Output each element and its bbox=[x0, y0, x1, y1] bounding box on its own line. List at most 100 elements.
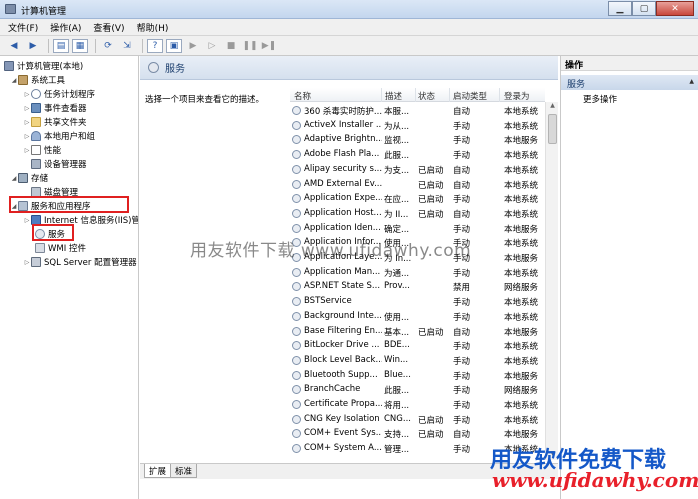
service-description-cell: 为从... bbox=[384, 121, 410, 132]
service-name-cell: COM+ Event Sys... bbox=[304, 428, 382, 439]
tab-standard[interactable]: 标准 bbox=[170, 464, 198, 478]
column-header-startup-type[interactable]: 启动类型 bbox=[453, 90, 487, 102]
table-row[interactable]: Certificate Propa... 将用... 手动 本地系统 bbox=[290, 397, 545, 412]
table-row[interactable]: BSTService 手动 本地系统 bbox=[290, 294, 545, 309]
tree-item-storage[interactable]: ◢ 存储 bbox=[10, 171, 48, 185]
service-name-cell: Application Man... bbox=[304, 266, 381, 277]
menu-file[interactable]: 文件(F) bbox=[8, 21, 38, 34]
service-startup-type-cell: 自动 bbox=[453, 107, 471, 117]
tree-item-event-viewer[interactable]: ▷ 事件查看器 bbox=[23, 101, 87, 115]
table-row[interactable]: Background Inte... 使用... 手动 本地系统 bbox=[290, 309, 545, 324]
service-startup-type-cell: 自动 bbox=[453, 165, 471, 176]
gear-icon bbox=[292, 400, 301, 409]
tree-item-task-scheduler[interactable]: ▷ 任务计划程序 bbox=[23, 87, 95, 101]
forward-arrow-icon[interactable]: ▶ bbox=[25, 39, 41, 53]
column-header-description[interactable]: 描述 bbox=[385, 90, 402, 102]
expand-arrow-icon[interactable]: ▷ bbox=[23, 119, 31, 126]
column-divider[interactable] bbox=[381, 88, 382, 102]
restart-service-icon[interactable]: ▶❚ bbox=[261, 39, 277, 53]
start-service-alt-icon[interactable]: ▷ bbox=[204, 39, 220, 53]
table-row[interactable]: Adobe Flash Pla... 此服... 手动 本地系统 bbox=[290, 147, 545, 162]
table-row[interactable]: Application Host... 为 II... 已启动 自动 本地系统 bbox=[290, 206, 545, 221]
menu-view[interactable]: 查看(V) bbox=[93, 21, 124, 34]
table-row[interactable]: Application Man... 为通... 手动 本地系统 bbox=[290, 265, 545, 280]
service-logon-cell: 本地服务 bbox=[504, 254, 539, 264]
menu-action[interactable]: 操作(A) bbox=[50, 21, 81, 34]
tree-item-device-manager[interactable]: 设备管理器 bbox=[31, 157, 87, 171]
show-hide-tree-icon[interactable]: ▦ bbox=[72, 38, 88, 53]
services-list-header: 名称 描述 状态 启动类型 登录为 bbox=[290, 88, 545, 102]
service-startup-type-cell: 手动 bbox=[453, 195, 471, 206]
service-name-cell: CNG Key Isolation bbox=[304, 413, 380, 424]
table-row[interactable]: BranchCache 此服... 手动 网络服务 bbox=[290, 382, 545, 397]
service-logon-cell: 本地系统 bbox=[504, 165, 539, 176]
scroll-up-arrow-icon[interactable]: ▲ bbox=[546, 102, 559, 112]
back-arrow-icon[interactable]: ◀ bbox=[6, 39, 22, 53]
table-row[interactable]: COM+ Event Sys... 支持... 已启动 自动 本地服务 bbox=[290, 426, 545, 441]
expand-arrow-icon[interactable]: ▷ bbox=[23, 259, 31, 266]
scrollbar-thumb[interactable] bbox=[548, 114, 557, 144]
up-folder-icon[interactable]: ▤ bbox=[53, 38, 69, 53]
vertical-scrollbar[interactable]: ▲ ▼ bbox=[545, 102, 558, 460]
close-button[interactable]: ✕ bbox=[656, 1, 694, 16]
expand-arrow-icon[interactable]: ▷ bbox=[23, 217, 31, 224]
start-service-icon[interactable]: ▶ bbox=[185, 39, 201, 53]
tree-item-system-tools[interactable]: ◢ 系统工具 bbox=[10, 73, 65, 87]
refresh-icon[interactable]: ⟳ bbox=[100, 39, 116, 53]
table-row[interactable]: Bluetooth Supp... Blue... 手动 本地服务 bbox=[290, 368, 545, 383]
table-row[interactable]: Adaptive Brightn... 监视... 手动 本地服务 bbox=[290, 132, 545, 147]
table-row[interactable]: Base Filtering En... 基本... 已启动 自动 本地服务 bbox=[290, 324, 545, 339]
highlight-box-services-apps bbox=[9, 196, 129, 213]
export-list-icon[interactable]: ⇲ bbox=[119, 39, 135, 53]
expand-arrow-icon[interactable]: ◢ bbox=[10, 77, 18, 84]
expand-arrow-icon[interactable]: ▷ bbox=[23, 133, 31, 140]
expand-arrow-icon[interactable]: ▷ bbox=[23, 105, 31, 112]
pause-service-icon[interactable]: ❚❚ bbox=[242, 39, 258, 53]
service-logon-cell: 网络服务 bbox=[504, 386, 539, 397]
column-header-logon-as[interactable]: 登录为 bbox=[504, 90, 530, 102]
tree-item-performance[interactable]: ▷ 性能 bbox=[23, 143, 61, 157]
actions-section-label: 服务 bbox=[567, 80, 586, 90]
tab-extended[interactable]: 扩展 bbox=[144, 464, 172, 478]
more-actions-link[interactable]: 更多操作 bbox=[583, 93, 617, 105]
expand-arrow-icon[interactable]: ▷ bbox=[23, 91, 31, 98]
tree-item-sql-server-config[interactable]: ▷ SQL Server 配置管理器 bbox=[23, 255, 137, 269]
tree-item-local-users[interactable]: ▷ 本地用户和组 bbox=[23, 129, 95, 143]
help-icon[interactable]: ? bbox=[147, 38, 163, 53]
tree-item-shared-folders[interactable]: ▷ 共享文件夹 bbox=[23, 115, 87, 129]
expand-arrow-icon[interactable]: ◢ bbox=[10, 175, 18, 182]
minimize-button[interactable]: ▁ bbox=[608, 1, 632, 16]
column-divider[interactable] bbox=[449, 88, 450, 102]
expand-arrow-icon[interactable]: ▷ bbox=[23, 147, 31, 154]
table-row[interactable]: BitLocker Drive ... BDE... 手动 本地系统 bbox=[290, 338, 545, 353]
properties-icon[interactable]: ▣ bbox=[166, 38, 182, 53]
actions-section-services[interactable]: 服务 ▲ bbox=[561, 75, 698, 90]
stop-service-icon[interactable]: ■ bbox=[223, 39, 239, 53]
table-row[interactable]: CNG Key Isolation CNG... 已启动 手动 本地系统 bbox=[290, 412, 545, 427]
table-row[interactable]: Application Iden... 确定... 手动 本地服务 bbox=[290, 221, 545, 236]
collapse-arrow-icon[interactable]: ▲ bbox=[689, 78, 694, 85]
service-name-cell: BitLocker Drive ... bbox=[304, 340, 380, 351]
service-logon-cell: 本地系统 bbox=[504, 121, 539, 132]
column-divider[interactable] bbox=[499, 88, 500, 102]
wmi-icon bbox=[35, 243, 45, 253]
column-divider[interactable] bbox=[415, 88, 416, 102]
table-row[interactable]: AMD External Ev... 已启动 自动 本地系统 bbox=[290, 177, 545, 192]
table-row[interactable]: Application Expe... 在应... 已启动 手动 本地系统 bbox=[290, 191, 545, 206]
gear-icon bbox=[292, 311, 301, 321]
maximize-button[interactable]: ▢ bbox=[632, 1, 656, 16]
table-row[interactable]: Block Level Back... Win... 手动 本地系统 bbox=[290, 353, 545, 368]
table-row[interactable]: Alipay security s... 为支... 已启动 自动 本地系统 bbox=[290, 162, 545, 177]
window-title: 计算机管理 bbox=[21, 7, 67, 17]
tree-item-wmi-control[interactable]: WMI 控件 bbox=[35, 241, 86, 255]
tree-item-computer-management[interactable]: 计算机管理(本地) bbox=[4, 59, 83, 73]
column-header-status[interactable]: 状态 bbox=[418, 90, 435, 102]
menu-help[interactable]: 帮助(H) bbox=[137, 21, 169, 34]
gear-icon bbox=[292, 106, 301, 115]
table-row[interactable]: ActiveX Installer ... 为从... 手动 本地系统 bbox=[290, 118, 545, 133]
table-row[interactable]: 360 杀毒实时防护... 本服... 自动 本地系统 bbox=[290, 103, 545, 118]
column-header-name[interactable]: 名称 bbox=[294, 90, 311, 102]
gear-icon bbox=[292, 282, 301, 292]
service-name-cell: AMD External Ev... bbox=[304, 178, 382, 189]
table-row[interactable]: ASP.NET State S... Prov... 禁用 网络服务 bbox=[290, 279, 545, 294]
